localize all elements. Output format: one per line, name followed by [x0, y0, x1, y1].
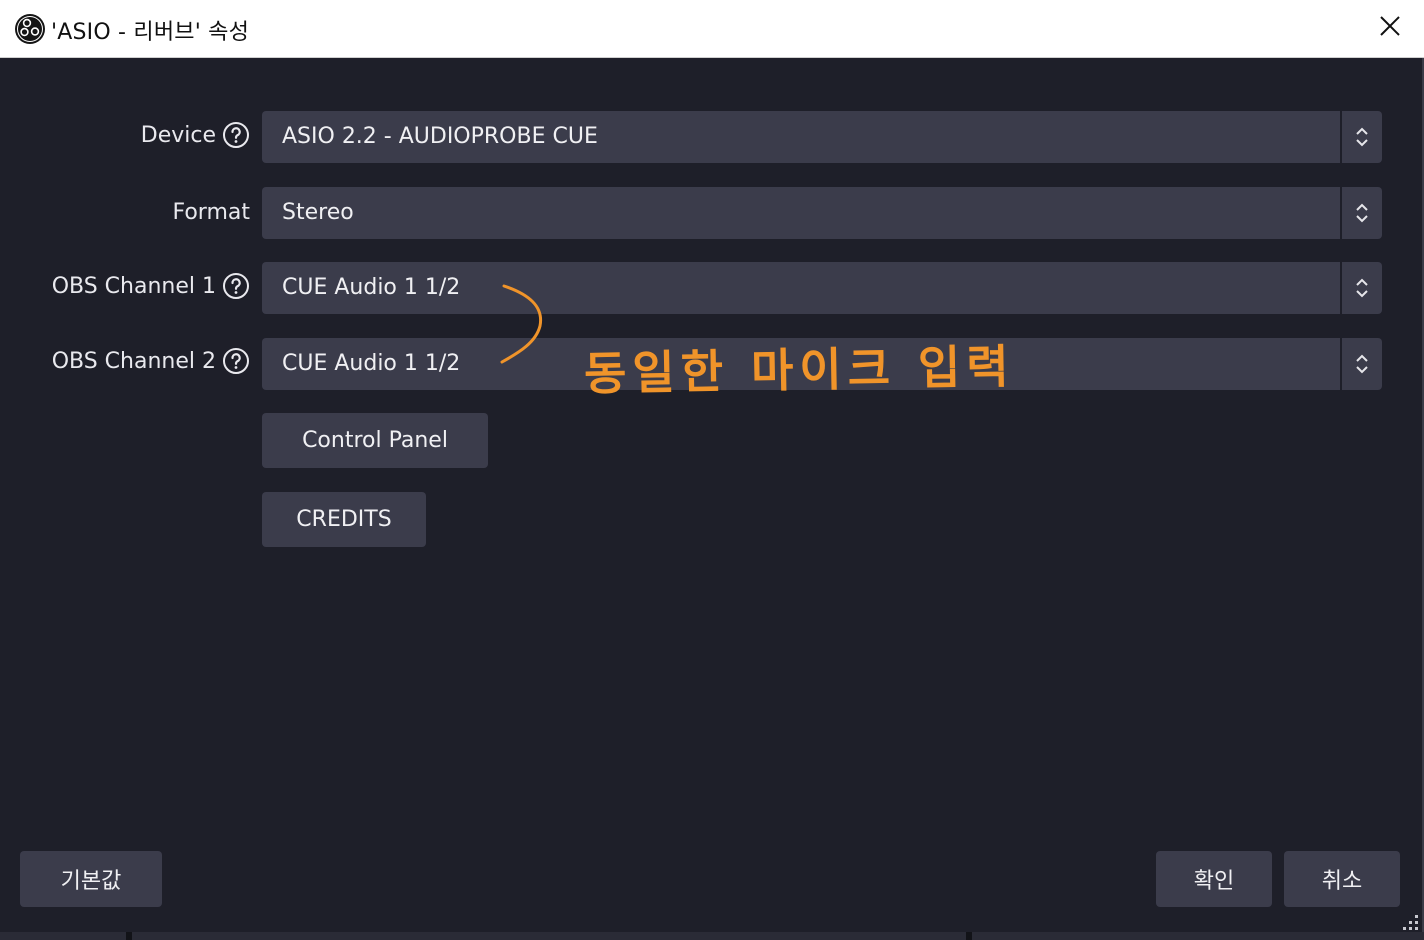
format-label: Format	[172, 199, 250, 225]
status-separator	[126, 932, 132, 940]
format-select[interactable]: Stereo	[262, 187, 1382, 239]
device-select-value: ASIO 2.2 - AUDIOPROBE CUE	[282, 124, 598, 149]
updown-arrows-icon	[1352, 124, 1372, 150]
channel1-label: OBS Channel 1	[51, 273, 216, 299]
select-divider	[1340, 111, 1342, 163]
control-panel-button[interactable]: Control Panel	[262, 413, 488, 468]
channel2-select-value: CUE Audio 1 1/2	[282, 351, 461, 376]
properties-dialog: 'ASIO - 리버브' 속성 Device ASIO 2.2 - AUDIOP…	[0, 0, 1424, 940]
device-label: Device	[140, 122, 216, 148]
resize-grip-icon[interactable]	[1400, 912, 1420, 932]
channel1-select-value: CUE Audio 1 1/2	[282, 275, 461, 300]
updown-arrows-icon	[1352, 275, 1372, 301]
help-icon[interactable]	[222, 121, 250, 149]
defaults-button[interactable]: 기본값	[20, 851, 162, 907]
updown-arrows-icon	[1352, 351, 1372, 377]
channel2-label: OBS Channel 2	[51, 348, 216, 374]
channel1-select[interactable]: CUE Audio 1 1/2	[262, 262, 1382, 314]
status-bar	[0, 932, 1424, 940]
help-icon[interactable]	[222, 272, 250, 300]
status-separator	[966, 932, 972, 940]
cancel-button[interactable]: 취소	[1284, 851, 1400, 907]
channel2-label-group: OBS Channel 2	[52, 335, 250, 387]
channel2-select[interactable]: CUE Audio 1 1/2	[262, 338, 1382, 390]
close-icon	[1379, 15, 1401, 41]
device-select[interactable]: ASIO 2.2 - AUDIOPROBE CUE	[262, 111, 1382, 163]
obs-logo-icon	[14, 13, 46, 45]
channel1-label-group: OBS Channel 1	[52, 260, 250, 312]
credits-button[interactable]: CREDITS	[262, 492, 426, 547]
select-divider	[1340, 338, 1342, 390]
select-divider	[1340, 262, 1342, 314]
window-title: 'ASIO - 리버브' 속성	[51, 20, 250, 45]
updown-arrows-icon	[1352, 200, 1372, 226]
format-select-value: Stereo	[282, 200, 354, 225]
device-label-group: Device	[141, 109, 250, 161]
close-button[interactable]	[1370, 10, 1410, 46]
format-label-group: Format	[172, 186, 250, 238]
title-bar: 'ASIO - 리버브' 속성	[0, 0, 1424, 58]
select-divider	[1340, 187, 1342, 239]
ok-button[interactable]: 확인	[1156, 851, 1272, 907]
help-icon[interactable]	[222, 347, 250, 375]
